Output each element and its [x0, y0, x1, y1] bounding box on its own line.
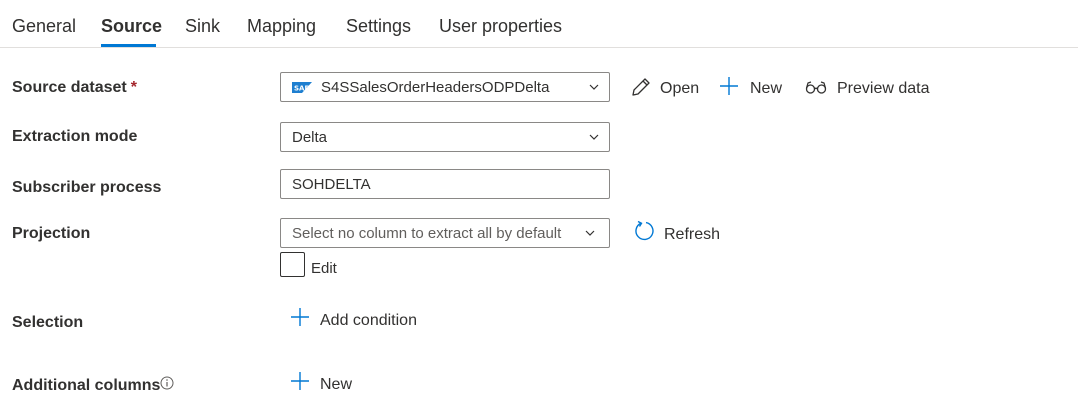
chevron-down-icon: [585, 230, 595, 236]
tab-bar: General Source Sink Mapping Settings Use…: [0, 0, 1078, 48]
refresh-button[interactable]: Refresh: [633, 220, 721, 244]
preview-data-button[interactable]: Preview data: [805, 80, 930, 98]
extraction-mode-label: Extraction mode: [12, 128, 138, 145]
refresh-label: Refresh: [664, 226, 721, 243]
add-column-label: New: [320, 376, 353, 393]
source-dataset-value: S4SSalesOrderHeadersODPDelta: [321, 79, 550, 96]
subscriber-process-label: Subscriber process: [12, 179, 162, 196]
required-mark: *: [130, 79, 137, 96]
add-condition-button[interactable]: Add condition: [290, 308, 417, 330]
open-button[interactable]: Open: [630, 78, 700, 98]
add-condition-label: Add condition: [320, 312, 417, 329]
extraction-mode-value: Delta: [292, 129, 328, 146]
plus-icon: [291, 372, 309, 390]
refresh-icon: [635, 220, 654, 241]
subscriber-process-value: SOHDELTA: [292, 176, 371, 193]
projection-placeholder: Select no column to extract all by defau…: [292, 225, 562, 242]
selection-label: Selection: [12, 314, 84, 331]
plus-icon: [720, 77, 738, 95]
edit-checkbox-label: Edit: [311, 260, 337, 277]
info-icon[interactable]: [160, 376, 174, 390]
svg-text:SAP: SAP: [294, 85, 310, 93]
glasses-icon: [805, 81, 827, 94]
source-dataset-label-text: Source dataset: [12, 79, 127, 96]
tab-sink[interactable]: Sink: [185, 16, 220, 37]
tab-source[interactable]: Source: [101, 16, 162, 37]
tab-general[interactable]: General: [12, 16, 76, 37]
additional-columns-label: Additional columns: [12, 377, 161, 394]
tab-user-properties[interactable]: User properties: [439, 16, 562, 37]
tab-mapping[interactable]: Mapping: [247, 16, 316, 37]
tab-settings[interactable]: Settings: [346, 16, 411, 37]
open-label: Open: [660, 80, 700, 97]
preview-data-label: Preview data: [837, 80, 930, 97]
new-label: New: [750, 80, 783, 97]
source-dataset-dropdown[interactable]: SAP S4SSalesOrderHeadersODPDelta: [280, 72, 610, 102]
source-dataset-label: Source dataset *: [12, 79, 137, 97]
subscriber-process-input[interactable]: SOHDELTA: [280, 169, 610, 199]
chevron-down-icon: [589, 84, 599, 90]
sap-icon: SAP: [292, 82, 312, 93]
projection-dropdown[interactable]: Select no column to extract all by defau…: [280, 218, 610, 248]
pencil-icon: [632, 78, 650, 96]
edit-checkbox[interactable]: [280, 252, 305, 277]
extraction-mode-dropdown[interactable]: Delta: [280, 122, 610, 152]
chevron-down-icon: [589, 134, 599, 140]
add-column-button[interactable]: New: [290, 372, 353, 394]
plus-icon: [291, 308, 309, 326]
new-dataset-button[interactable]: New: [719, 77, 783, 98]
active-tab-indicator: [101, 44, 156, 47]
projection-label: Projection: [12, 225, 91, 242]
